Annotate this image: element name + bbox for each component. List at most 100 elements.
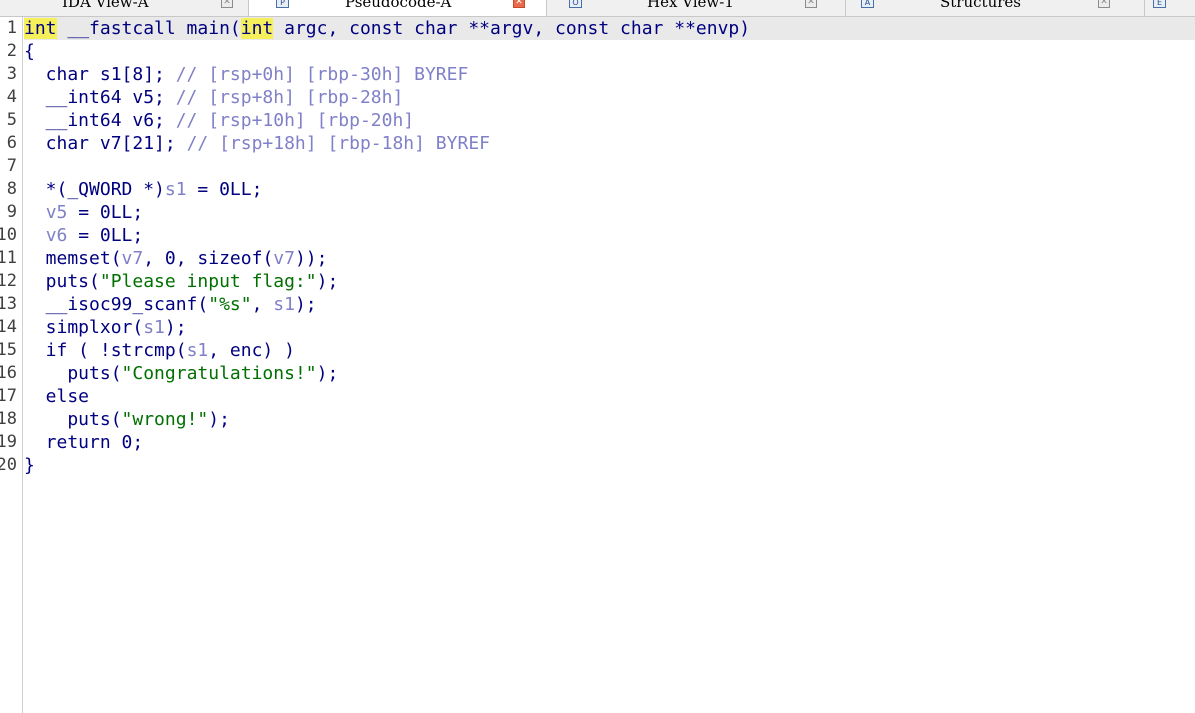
line-number: 18 xyxy=(0,409,17,429)
code-token[interactable] xyxy=(24,202,46,223)
code-string[interactable]: "Congratulations!" xyxy=(122,363,317,384)
code-line[interactable]: puts("Please input flag:"); xyxy=(24,270,1195,293)
code-token[interactable]: = 0LL; xyxy=(67,202,143,223)
code-token[interactable]: puts( xyxy=(24,363,121,384)
close-icon[interactable]: ✕ xyxy=(513,0,525,8)
line-number: 19 xyxy=(0,432,17,452)
code-variable[interactable]: v5 xyxy=(46,202,68,223)
code-line[interactable]: __int64 v5; // [rsp+8h] [rbp-28h] xyxy=(24,86,1195,109)
code-token[interactable]: __fastcall main( xyxy=(57,18,240,39)
code-token[interactable]: } xyxy=(24,455,35,476)
code-token[interactable]: __isoc99_scanf( xyxy=(24,294,209,315)
code-variable[interactable]: v6 xyxy=(46,225,68,246)
code-comment[interactable]: // [rsp+0h] [rbp-30h] BYREF xyxy=(176,64,469,85)
highlighted-keyword[interactable]: int xyxy=(240,18,274,39)
code-token[interactable]: __int64 v5; xyxy=(24,87,176,108)
code-line[interactable]: char v7[21]; // [rsp+18h] [rbp-18h] BYRE… xyxy=(24,132,1195,155)
tab-ida-view-a[interactable]: IDA View-A ✕ xyxy=(0,0,248,16)
code-token[interactable]: puts( xyxy=(24,409,121,430)
code-token[interactable]: = 0LL; xyxy=(67,225,143,246)
code-line[interactable]: else xyxy=(24,385,1195,408)
code-line[interactable]: __int64 v6; // [rsp+10h] [rbp-20h] xyxy=(24,109,1195,132)
pseudocode-view[interactable]: 1 2 3 4 5 6 7 8 9 10 11 12 13 14 15 16 1… xyxy=(0,17,1195,713)
code-token[interactable]: char s1[8]; xyxy=(24,64,176,85)
code-token[interactable]: = 0LL; xyxy=(187,179,262,200)
code-token[interactable]: )); xyxy=(295,248,328,269)
code-line[interactable]: return 0; xyxy=(24,431,1195,454)
code-token[interactable]: memset( xyxy=(24,248,122,269)
tab-label: Hex View-1 xyxy=(647,0,734,11)
code-token[interactable]: argc, const char **argv, const char **en… xyxy=(273,18,750,39)
code-string[interactable]: "%s" xyxy=(208,294,251,315)
code-token[interactable]: *(_QWORD *) xyxy=(24,179,165,200)
line-number: 15 xyxy=(0,340,17,360)
code-token[interactable]: ); xyxy=(295,294,317,315)
enums-icon: E xyxy=(1153,0,1166,8)
tab-bar: IDA View-A ✕ P Pseudocode-A ✕ O Hex View… xyxy=(0,0,1195,17)
code-line[interactable]: simplxor(s1); xyxy=(24,316,1195,339)
code-line[interactable]: char s1[8]; // [rsp+0h] [rbp-30h] BYREF xyxy=(24,63,1195,86)
code-token[interactable]: if ( !strcmp( xyxy=(24,340,187,361)
code-string[interactable]: "Please input flag:" xyxy=(100,271,317,292)
structures-icon: A xyxy=(861,0,874,8)
close-icon[interactable]: ✕ xyxy=(1098,0,1110,8)
code-token[interactable]: ); xyxy=(317,363,339,384)
code-line[interactable]: __isoc99_scanf("%s", s1); xyxy=(24,293,1195,316)
code-string[interactable]: "wrong!" xyxy=(122,409,209,430)
tab-enums[interactable]: E xyxy=(1145,0,1195,16)
tab-label: Structures xyxy=(940,0,1021,11)
code-token[interactable]: ); xyxy=(208,409,230,430)
code-variable[interactable]: s1 xyxy=(187,340,209,361)
tab-hex-view-1[interactable]: O Hex View-1 ✕ xyxy=(547,0,845,16)
code-line[interactable]: *(_QWORD *)s1 = 0LL; xyxy=(24,178,1195,201)
line-number: 20 xyxy=(0,455,17,475)
code-comment[interactable]: // [rsp+10h] [rbp-20h] xyxy=(176,110,414,131)
code-comment[interactable]: // [rsp+8h] [rbp-28h] xyxy=(176,87,404,108)
code-line[interactable] xyxy=(24,155,1195,178)
code-token[interactable]: , xyxy=(252,294,274,315)
tab-structures[interactable]: A Structures ✕ xyxy=(846,0,1144,16)
tab-label: Pseudocode-A xyxy=(345,0,452,11)
code-token[interactable]: simplxor( xyxy=(24,317,144,338)
code-variable[interactable]: s1 xyxy=(143,317,165,338)
tab-label: IDA View-A xyxy=(62,0,149,11)
close-icon[interactable]: ✕ xyxy=(805,0,817,8)
code-line[interactable]: puts("Congratulations!"); xyxy=(24,362,1195,385)
code-line[interactable]: if ( !strcmp(s1, enc) ) xyxy=(24,339,1195,362)
line-number: 9 xyxy=(6,202,17,222)
code-variable[interactable]: s1 xyxy=(273,294,295,315)
code-token[interactable]: ); xyxy=(165,317,187,338)
code-line[interactable]: } xyxy=(24,454,1195,477)
highlighted-keyword[interactable]: int xyxy=(24,18,57,39)
code-token[interactable]: return 0; xyxy=(24,432,144,453)
code-area[interactable]: int __fastcall main(int argc, const char… xyxy=(24,17,1195,713)
code-token[interactable]: ); xyxy=(317,271,339,292)
code-line[interactable]: v6 = 0LL; xyxy=(24,224,1195,247)
code-token[interactable]: , enc) ) xyxy=(208,340,295,361)
code-variable[interactable]: s1 xyxy=(165,179,187,200)
code-token[interactable]: else xyxy=(24,386,89,407)
code-comment[interactable]: // [rsp+18h] [rbp-18h] BYREF xyxy=(187,133,490,154)
code-token[interactable]: char v7[21]; xyxy=(24,133,187,154)
tab-pseudocode-a[interactable]: P Pseudocode-A ✕ xyxy=(249,0,546,16)
close-icon[interactable]: ✕ xyxy=(221,0,233,8)
line-number: 7 xyxy=(6,156,17,176)
code-token[interactable]: __int64 v6; xyxy=(24,110,176,131)
line-number: 11 xyxy=(0,248,17,268)
line-number: 6 xyxy=(6,133,17,153)
line-number: 16 xyxy=(0,363,17,383)
code-variable[interactable]: v7 xyxy=(273,248,295,269)
code-token[interactable]: { xyxy=(24,41,35,62)
code-token[interactable]: , 0, sizeof( xyxy=(143,248,273,269)
code-variable[interactable]: v7 xyxy=(122,248,144,269)
code-token[interactable] xyxy=(24,225,46,246)
line-number: 17 xyxy=(0,386,17,406)
code-line[interactable]: int __fastcall main(int argc, const char… xyxy=(24,17,1195,40)
code-line[interactable]: { xyxy=(24,40,1195,63)
code-line[interactable]: v5 = 0LL; xyxy=(24,201,1195,224)
line-number: 8 xyxy=(6,179,17,199)
code-line[interactable]: puts("wrong!"); xyxy=(24,408,1195,431)
line-number: 1 xyxy=(6,18,17,38)
code-line[interactable]: memset(v7, 0, sizeof(v7)); xyxy=(24,247,1195,270)
code-token[interactable]: puts( xyxy=(24,271,100,292)
